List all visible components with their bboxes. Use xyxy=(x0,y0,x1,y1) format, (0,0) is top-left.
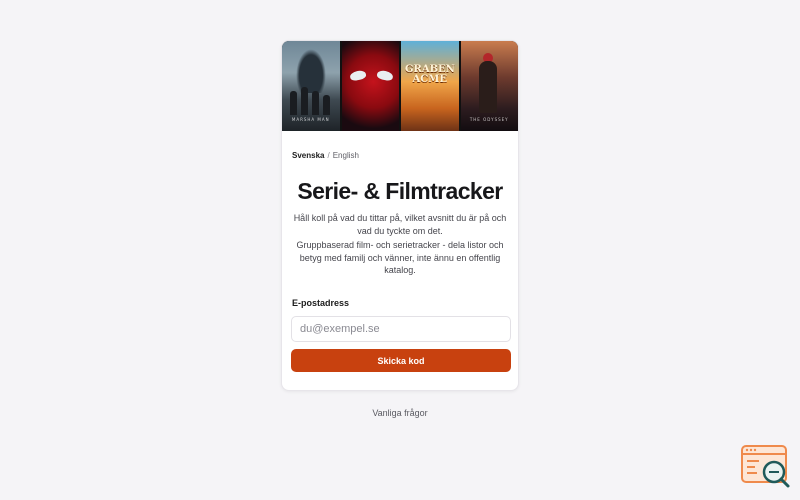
poster-title: MARSHA MAN xyxy=(291,117,330,122)
poster-image-2 xyxy=(341,41,399,131)
language-option-english[interactable]: English xyxy=(333,151,359,160)
poster-image-3: GRABEN ACME xyxy=(401,41,459,131)
poster-figure xyxy=(323,95,330,115)
login-card: MARSHA MAN GRABEN ACME THE ODYSSEY Svens… xyxy=(281,40,519,391)
poster-eye xyxy=(348,69,367,82)
poster-image-1: MARSHA MAN xyxy=(282,41,340,131)
poster-figure xyxy=(290,91,297,115)
intro-text: Håll koll på vad du tittar på, vilket av… xyxy=(293,213,507,236)
language-separator: / xyxy=(327,151,330,160)
poster-image-4: THE ODYSSEY xyxy=(460,41,518,131)
faq-link[interactable]: Vanliga frågor xyxy=(372,408,427,418)
send-code-button[interactable]: Skicka kod xyxy=(291,349,511,372)
poster-strip: MARSHA MAN GRABEN ACME THE ODYSSEY xyxy=(282,41,518,131)
poster-figure xyxy=(478,61,497,113)
search-document-icon[interactable] xyxy=(741,445,791,489)
email-label: E-postadress xyxy=(292,298,350,308)
faq-link-container: Vanliga frågor xyxy=(0,408,800,418)
poster-figure xyxy=(301,87,308,115)
language-switcher: Svenska / English xyxy=(292,151,359,160)
page-title: Serie- & Filmtracker xyxy=(297,178,503,204)
intro-subtext: Gruppbaserad film- och serietracker - de… xyxy=(296,240,504,275)
language-option-svenska[interactable]: Svenska xyxy=(292,151,324,160)
poster-logo: GRABEN ACME xyxy=(405,64,455,85)
email-field[interactable] xyxy=(291,316,511,342)
poster-figure xyxy=(312,91,319,115)
poster-hand-shape xyxy=(296,49,326,93)
poster-eye xyxy=(375,69,394,82)
poster-title: THE ODYSSEY xyxy=(469,117,509,122)
